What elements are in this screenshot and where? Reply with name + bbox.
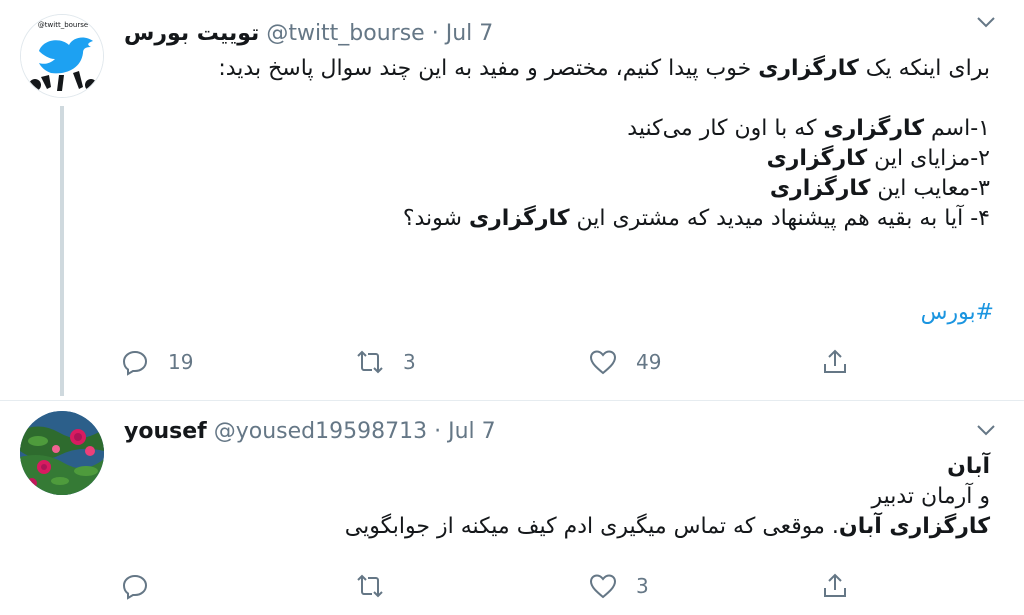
tweet-text-line bbox=[218, 84, 990, 114]
tweet-text-line: ۳-معایب این کارگزاری bbox=[218, 174, 990, 204]
avatar[interactable]: @twitt_bourse bbox=[20, 14, 104, 98]
tweet-header: yousef @yoused19598713 · Jul 7 bbox=[124, 418, 496, 446]
tweet-actions: 19 3 49 bbox=[0, 342, 1024, 382]
display-name[interactable]: yousef bbox=[124, 419, 207, 444]
more-options-chevron-icon[interactable] bbox=[974, 420, 998, 440]
bold-text: کارگزاری bbox=[766, 146, 868, 171]
text-segment: شوند؟ bbox=[402, 206, 469, 231]
tweet-header: توییت بورس @twitt_bourse · Jul 7 bbox=[124, 20, 493, 48]
user-handle[interactable]: @twitt_bourse bbox=[266, 21, 424, 46]
text-segment: که با اون کار می‌کنید bbox=[627, 116, 824, 141]
retweet-button[interactable]: 3 bbox=[355, 342, 416, 382]
reply-count: 19 bbox=[168, 350, 194, 374]
more-options-chevron-icon[interactable] bbox=[974, 12, 998, 32]
separator-dot: · bbox=[431, 21, 439, 46]
display-name[interactable]: توییت بورس bbox=[124, 21, 259, 46]
retweet-icon bbox=[357, 350, 383, 374]
bold-text: کارگزاری bbox=[468, 206, 570, 231]
separator-dot: · bbox=[434, 419, 442, 444]
share-button[interactable] bbox=[820, 342, 850, 382]
retweet-count: 3 bbox=[403, 350, 416, 374]
tweet-date[interactable]: Jul 7 bbox=[446, 21, 494, 46]
text-segment: ۳-معایب این bbox=[870, 176, 990, 201]
text-segment bbox=[983, 86, 990, 111]
like-count: 3 bbox=[636, 574, 649, 598]
tweet[interactable]: @twitt_bourse توییت بورس @twitt_bourse ·… bbox=[0, 0, 1024, 400]
tweet-text-line: و آرمان تدبیر bbox=[345, 482, 990, 512]
retweet-icon bbox=[357, 574, 383, 598]
text-segment: برای اینکه یک bbox=[858, 56, 990, 81]
reply-button[interactable] bbox=[120, 566, 168, 606]
reply-button[interactable]: 19 bbox=[120, 342, 193, 382]
tweet-text-line: ۲-مزایای این کارگزاری bbox=[218, 144, 990, 174]
bold-text: کارگزاری bbox=[823, 116, 925, 141]
flower-photo-avatar-icon bbox=[20, 411, 104, 495]
reply-icon bbox=[122, 574, 148, 600]
reply-icon bbox=[122, 350, 148, 376]
user-handle[interactable]: @yoused19598713 bbox=[214, 419, 427, 444]
bold-text: کارگزاری آبان bbox=[838, 514, 990, 539]
like-button[interactable]: 49 bbox=[588, 342, 661, 382]
share-icon bbox=[824, 349, 846, 373]
like-button[interactable]: 3 bbox=[588, 566, 649, 606]
tweet-text: برای اینکه یک کارگزاری خوب پیدا کنیم، مخ… bbox=[218, 54, 990, 234]
text-segment: و آرمان تدبیر bbox=[871, 484, 990, 509]
tweet-text: آبان و آرمان تدبیر کارگزاری آبان. موقعی که… bbox=[345, 452, 990, 542]
heart-icon bbox=[589, 574, 617, 599]
share-icon bbox=[824, 573, 846, 597]
heart-icon bbox=[589, 350, 617, 375]
avatar[interactable] bbox=[20, 411, 104, 495]
tweet-text-line: کارگزاری آبان. موقعی که تماس میگیری ادم … bbox=[345, 512, 990, 542]
tweet-text-line: ۱-اسم کارگزاری که با اون کار می‌کنید bbox=[218, 114, 990, 144]
retweet-button[interactable] bbox=[355, 566, 403, 606]
share-button[interactable] bbox=[820, 566, 850, 606]
text-segment: ۴- آیا به بقیه هم پیشنهاد میدید که مشتری… bbox=[569, 206, 990, 231]
text-segment: . موقعی که تماس میگیری ادم کیف میکنه از … bbox=[344, 514, 839, 539]
text-segment: ۲-مزایای این bbox=[867, 146, 990, 171]
avatar-watermark: @twitt_bourse bbox=[38, 21, 88, 29]
twitter-bird-icon: @twitt_bourse bbox=[21, 15, 103, 97]
bold-text: آبان bbox=[947, 454, 990, 479]
tweet-text-line: ۴- آیا به بقیه هم پیشنهاد میدید که مشتری… bbox=[218, 204, 990, 234]
text-segment: خوب پیدا کنیم، مختصر و مفید به این چند س… bbox=[218, 56, 759, 81]
tweet-text-line: آبان bbox=[345, 452, 990, 482]
tweet[interactable]: yousef @yoused19598713 · Jul 7 آبان و آرم… bbox=[0, 400, 1024, 615]
tweet-date[interactable]: Jul 7 bbox=[448, 419, 496, 444]
bold-text: کارگزاری bbox=[758, 56, 859, 81]
tweet-actions: 3 bbox=[0, 566, 1024, 606]
tweet-text-line: برای اینکه یک کارگزاری خوب پیدا کنیم، مخ… bbox=[218, 54, 990, 84]
hashtag-link[interactable]: #بورس bbox=[921, 298, 994, 328]
like-count: 49 bbox=[636, 350, 662, 374]
bold-text: کارگزاری bbox=[769, 176, 871, 201]
text-segment: ۱-اسم bbox=[924, 116, 990, 141]
